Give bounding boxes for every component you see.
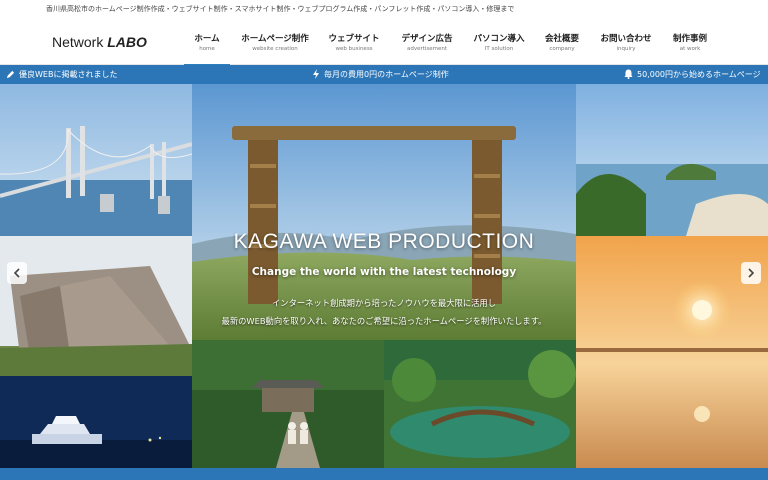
nav-item-home[interactable]: ホーム home <box>184 32 230 66</box>
site-header: Network LABO ホーム home ホームページ制作 website c… <box>0 20 768 66</box>
ticker-item[interactable]: 50,000円から始めるホームページ <box>624 69 761 80</box>
nav-sublabel: home <box>199 46 215 52</box>
nav-item-works[interactable]: 制作事例 at work <box>668 32 712 64</box>
temple-path-photo <box>192 340 384 468</box>
ticker-text: 優良WEBに掲載されました <box>19 70 118 79</box>
bolt-icon <box>313 69 319 79</box>
nav-item-web-business[interactable]: ウェブサイト web business <box>326 32 382 64</box>
hero-description-line-2: 最新のWEB動向を取り入れ、あなたのご希望に沿ったホームページを制作いたします。 <box>221 316 547 326</box>
nav-label: ウェブサイト <box>328 34 380 44</box>
bridge-photo <box>0 84 192 236</box>
bottom-accent-bar <box>0 468 768 480</box>
nav-item-advertisement[interactable]: デザイン広告 advertisement <box>398 32 456 64</box>
nav-sublabel: web business <box>335 46 373 52</box>
garden-bridge-photo <box>384 340 576 468</box>
pencil-icon <box>6 70 15 79</box>
nav-item-company[interactable]: 会社概要 company <box>540 32 584 64</box>
nav-item-it-solution[interactable]: パソコン導入 IT solution <box>470 32 528 64</box>
hero-slider: KAGAWA WEB PRODUCTION Change the world w… <box>0 84 768 468</box>
hero-title: KAGAWA WEB PRODUCTION <box>233 230 535 253</box>
main-nav: ホーム home ホームページ制作 website creation ウェブサイ… <box>0 28 768 66</box>
slider-prev-button[interactable] <box>7 262 27 284</box>
island-photo <box>576 84 768 236</box>
nav-sublabel: company <box>549 46 575 52</box>
nav-sublabel: IT solution <box>484 46 514 52</box>
sunset-beach-photo <box>576 236 768 468</box>
ticker-item[interactable]: 優良WEBに掲載されました <box>6 69 117 80</box>
slider-next-button[interactable] <box>741 262 761 284</box>
nav-sublabel: website creation <box>252 46 298 52</box>
news-ticker: 優良WEBに掲載されました 毎月の費用0円のホームページ制作 50,000円から… <box>0 65 768 84</box>
museum-photo <box>0 236 192 376</box>
ticker-text: 毎月の費用0円のホームページ制作 <box>324 70 449 79</box>
nav-sublabel: advertisement <box>406 46 448 52</box>
nav-label: お問い合わせ <box>600 34 652 44</box>
nav-label: ホーム <box>194 34 220 44</box>
nav-label: 制作事例 <box>672 34 707 44</box>
nav-sublabel: at work <box>679 46 701 52</box>
nav-label: ホームページ制作 <box>241 34 309 44</box>
hero-subtitle: Change the world with the latest technol… <box>251 266 517 278</box>
hero-description-line-1: インターネット創成期から培ったノウハウを最大限に活用し <box>271 298 497 308</box>
nav-label: デザイン広告 <box>401 34 453 44</box>
nav-sublabel: inquiry <box>616 46 636 52</box>
chevron-right-icon <box>748 268 755 278</box>
chevron-left-icon <box>13 268 20 278</box>
nav-item-inquiry[interactable]: お問い合わせ inquiry <box>596 32 656 64</box>
top-info-text: 香川県高松市のホームページ制作作成・ウェブサイト制作・スマホサイト制作・ウェブプ… <box>46 5 515 13</box>
ticker-item[interactable]: 毎月の費用0円のホームページ制作 <box>312 69 449 80</box>
nav-label: 会社概要 <box>544 34 579 44</box>
ticker-text: 50,000円から始めるホームページ <box>637 70 761 79</box>
top-info-bar: 香川県高松市のホームページ制作作成・ウェブサイト制作・スマホサイト制作・ウェブプ… <box>0 0 768 20</box>
nav-label: パソコン導入 <box>473 34 525 44</box>
nav-item-website-creation[interactable]: ホームページ制作 website creation <box>238 32 312 64</box>
castle-night-photo <box>0 376 192 468</box>
bell-icon <box>624 69 633 79</box>
